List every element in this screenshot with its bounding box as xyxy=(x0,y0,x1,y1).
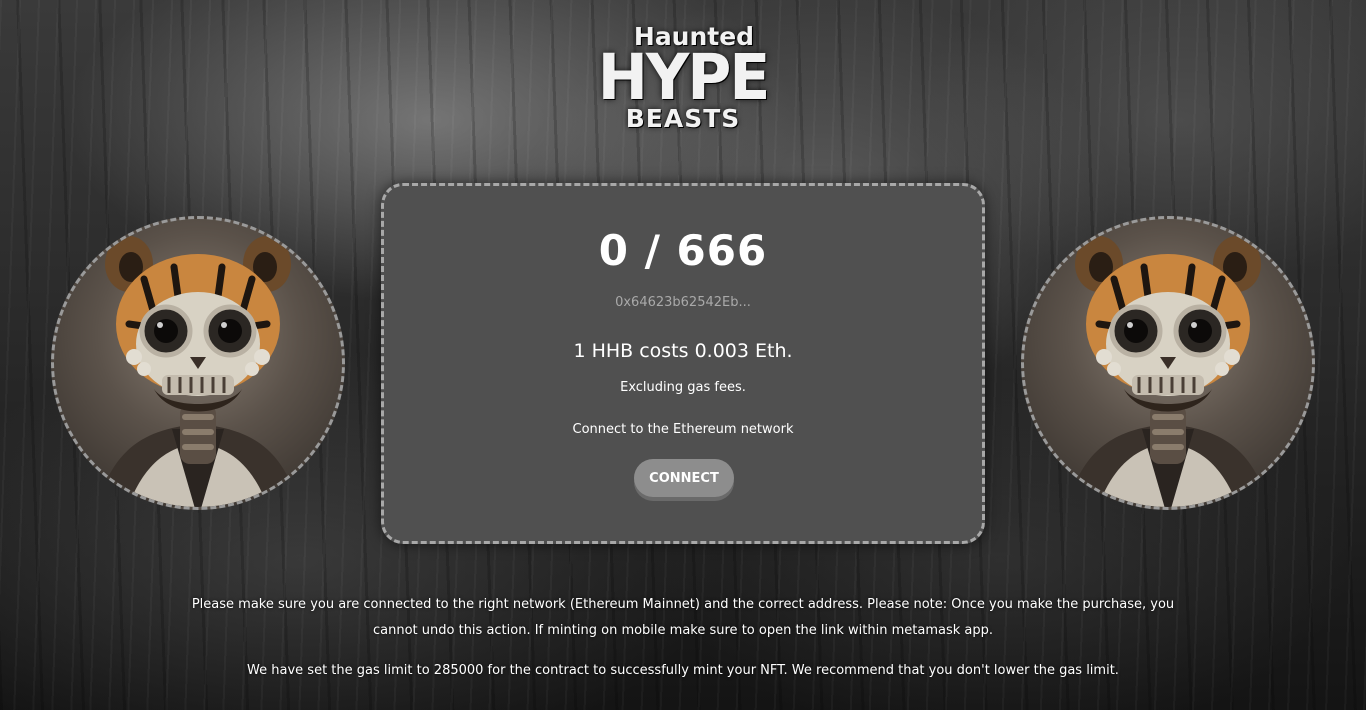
network-warning-text: Please make sure you are connected to th… xyxy=(191,597,1175,638)
tiger-skull-portrait-icon xyxy=(96,236,300,507)
contract-address-link[interactable]: 0x64623b62542Eb... xyxy=(384,295,982,310)
gas-fee-note: Excluding gas fees. xyxy=(620,380,746,395)
gas-limit-text: We have set the gas limit to 285000 for … xyxy=(247,663,1119,678)
mint-price-text: 1 HHB costs 0.003 Eth. xyxy=(573,340,793,362)
connect-button[interactable]: CONNECT xyxy=(634,459,734,497)
logo-line-hype: HYPE xyxy=(597,41,771,115)
tiger-skull-portrait-icon xyxy=(1066,236,1270,507)
network-instruction: Connect to the Ethereum network xyxy=(572,422,794,437)
minted-supply-counter: 0 / 666 xyxy=(598,226,768,275)
nft-portrait-left xyxy=(51,216,345,510)
mint-card: 0 / 666 0x64623b62542Eb... 1 HHB costs 0… xyxy=(381,183,985,544)
haunted-hype-beasts-logo: Haunted HYPE BEASTS xyxy=(583,24,783,142)
nft-portrait-right xyxy=(1021,216,1315,510)
